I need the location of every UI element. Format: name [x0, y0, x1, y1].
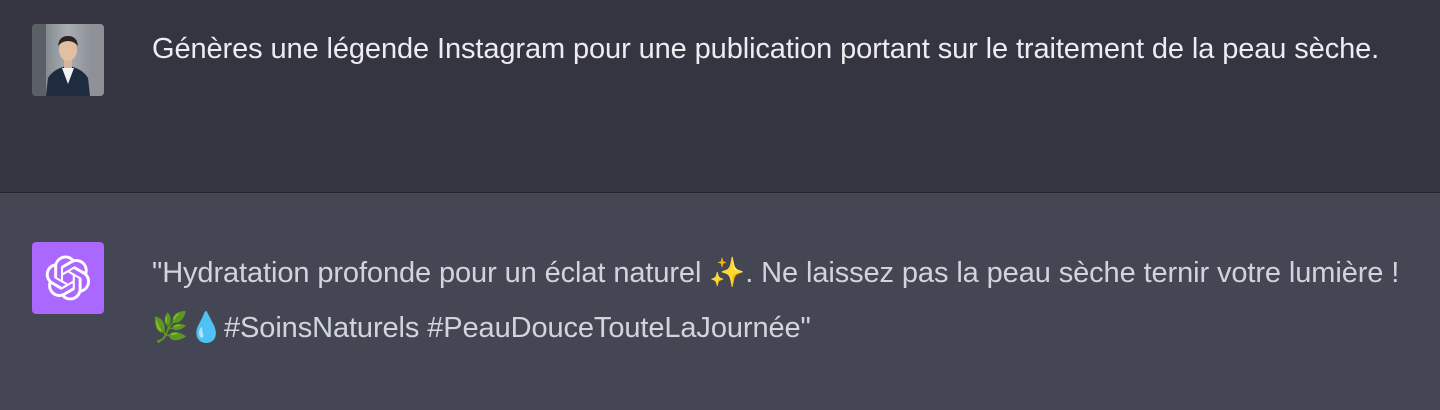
droplet-icon: 💧 [188, 310, 225, 344]
herb-icon: 🌿 [152, 310, 189, 344]
assistant-avatar [32, 242, 104, 314]
assistant-text-part2: . Ne laissez pas la peau sèche ternir vo… [745, 257, 1408, 289]
assistant-message-text: "Hydratation profonde pour un éclat natu… [152, 245, 1422, 355]
assistant-text-hashtags: #SoinsNaturels #PeauDouceTouteLaJournée" [224, 312, 811, 344]
assistant-text-part1: "Hydratation profonde pour un éclat natu… [152, 257, 710, 289]
user-photo-icon [32, 24, 104, 96]
user-message-row: Génères une légende Instagram pour une p… [0, 0, 1440, 193]
sparkles-icon: ✨ [709, 255, 746, 289]
assistant-message-row: "Hydratation profonde pour un éclat natu… [0, 193, 1440, 410]
user-message-text: Génères une légende Instagram pour une p… [152, 33, 1380, 65]
openai-logo-icon [45, 255, 91, 301]
conversation-thread: Génères une légende Instagram pour une p… [0, 0, 1440, 410]
user-avatar [32, 24, 104, 96]
